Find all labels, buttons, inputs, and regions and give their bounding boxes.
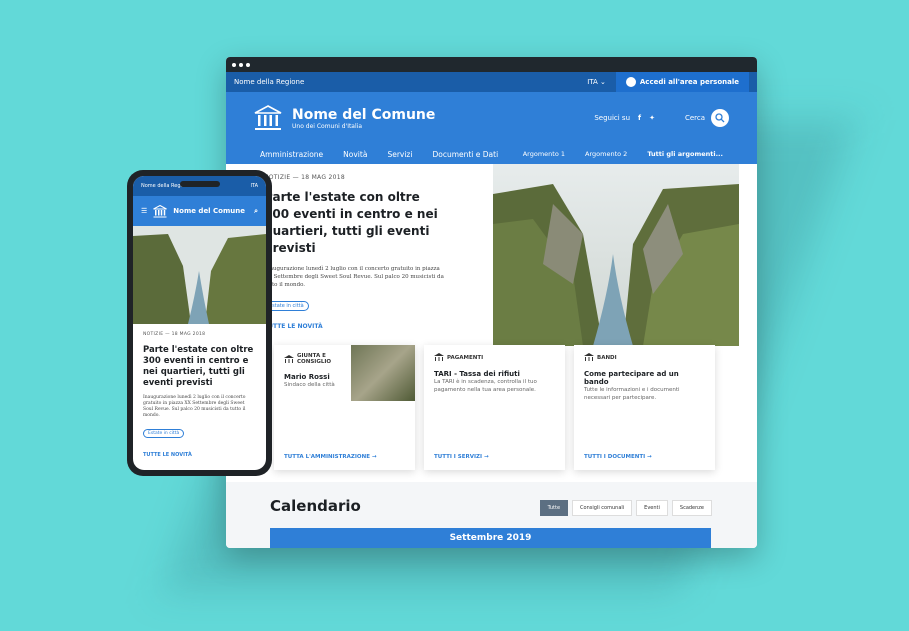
town-hall-icon (284, 354, 294, 363)
card-giunta[interactable]: GIUNTA E CONSIGLIO Mario Rossi Sindaco d… (274, 345, 415, 470)
browser-window: Nome della Regione ITA ⌄ Accedi all'area… (226, 57, 757, 548)
card-pagamenti[interactable]: PAGAMENTI TARI - Tassa dei rifiuti La TA… (424, 345, 565, 470)
phone-text: Inaugurazione lunedì 2 luglio con il con… (143, 395, 246, 418)
cards-row: GIUNTA E CONSIGLIO Mario Rossi Sindaco d… (274, 345, 715, 470)
card-category: PAGAMENTI (447, 354, 484, 361)
town-hall-icon (434, 353, 444, 361)
hero-title[interactable]: Parte l'estate con oltre 300 eventi in c… (264, 189, 444, 257)
phone-hero-image (133, 226, 266, 324)
login-button[interactable]: Accedi all'area personale (615, 72, 749, 92)
search[interactable]: Cerca (685, 109, 729, 127)
card-link[interactable]: TUTTA L'AMMINISTRAZIONE → (284, 454, 376, 460)
filter-consigli[interactable]: Consigli comunali (572, 500, 633, 516)
town-hall-icon (254, 105, 282, 130)
calendar-title: Calendario (270, 497, 361, 515)
phone-mockup: Nome della Regione ITA ☰ Nome del Comune ⌕ … (127, 170, 272, 476)
filter-eventi[interactable]: Eventi (636, 500, 668, 516)
card-desc: Tutte le informazioni e i documenti nece… (584, 387, 680, 401)
phone-screen: Nome della Regione ITA ☰ Nome del Comune ⌕ … (133, 176, 266, 470)
nav-item-novita[interactable]: Novità (343, 150, 367, 159)
main-nav: Amministrazione Novità Servizi Documenti… (226, 144, 757, 164)
nav-item-servizi[interactable]: Servizi (387, 150, 412, 159)
calendar-section: Calendario Tutte Consigli comunali Event… (226, 482, 757, 548)
nav-item-documenti[interactable]: Documenti e Dati (432, 150, 498, 159)
twitter-icon[interactable]: ✦ (649, 114, 655, 122)
nav-topic-2[interactable]: Argomento 2 (585, 150, 627, 158)
card-bandi[interactable]: BANDI Come partecipare ad un bando Tutte… (574, 345, 715, 470)
social-links: Seguici su f ✦ (594, 114, 655, 122)
card-title: TARI - Tassa dei rifiuti (434, 370, 520, 378)
calendar-month: Settembre 2019 (270, 528, 711, 548)
card-title: Come partecipare ad un bando (584, 370, 679, 386)
search-icon[interactable] (711, 109, 729, 127)
phone-header: ☰ Nome del Comune ⌕ (133, 196, 266, 226)
hero-meta: NOTIZIE — 18 MAG 2018 (264, 174, 345, 181)
phone-headline[interactable]: Parte l'estate con oltre 300 eventi in c… (143, 345, 256, 389)
phone-chip[interactable]: Estate in città (143, 429, 185, 438)
window-chrome (226, 57, 757, 72)
site-subtitle: Uno dei Comuni d'Italia (292, 122, 362, 130)
facebook-icon[interactable]: f (638, 114, 641, 122)
phone-title[interactable]: Nome del Comune (173, 207, 248, 215)
phone-notch (179, 181, 220, 187)
user-icon (625, 77, 636, 87)
nav-item-amministrazione[interactable]: Amministrazione (260, 150, 323, 159)
region-link[interactable]: Nome della Regione (234, 78, 587, 86)
hero-section: NOTIZIE — 18 MAG 2018 Parte l'estate con… (226, 164, 757, 346)
card-image (351, 345, 415, 401)
phone-meta: NOTIZIE — 18 MAG 2018 (143, 332, 206, 337)
card-desc: La TARI è in scadenza, controlla il tuo … (434, 379, 537, 393)
calendar-filters: Tutte Consigli comunali Eventi Scadenze (539, 500, 712, 516)
filter-scadenze[interactable]: Scadenze (671, 500, 712, 516)
brand[interactable]: Nome del Comune Uno dei Comuni d'Italia (254, 105, 594, 131)
hero-image (493, 164, 739, 346)
town-hall-icon (153, 204, 168, 217)
card-category: GIUNTA E CONSIGLIO (297, 353, 332, 365)
all-news-link[interactable]: TUTTE LE NOVITÀ (264, 323, 444, 330)
card-link[interactable]: TUTTI I DOCUMENTI → (584, 454, 652, 460)
slim-header: Nome della Regione ITA ⌄ Accedi all'area… (226, 72, 757, 92)
filter-tutte[interactable]: Tutte (539, 500, 569, 516)
menu-icon[interactable]: ☰ (141, 207, 147, 215)
phone-all-news[interactable]: TUTTE LE NOVITÀ (143, 452, 256, 458)
card-link[interactable]: TUTTI I SERVIZI → (434, 454, 489, 460)
search-icon[interactable]: ⌕ (254, 207, 258, 216)
language-selector[interactable]: ITA ⌄ (587, 78, 606, 86)
town-hall-icon (584, 353, 594, 361)
nav-all-topics[interactable]: Tutti gli argomenti... (647, 150, 723, 158)
card-category: BANDI (597, 354, 617, 361)
hero-text: Inaugurazione lunedì 2 luglio con il con… (264, 266, 444, 288)
site-header: Nome del Comune Uno dei Comuni d'Italia S… (226, 92, 757, 144)
site-title: Nome del Comune (292, 106, 436, 123)
nav-topic-1[interactable]: Argomento 1 (523, 150, 565, 158)
